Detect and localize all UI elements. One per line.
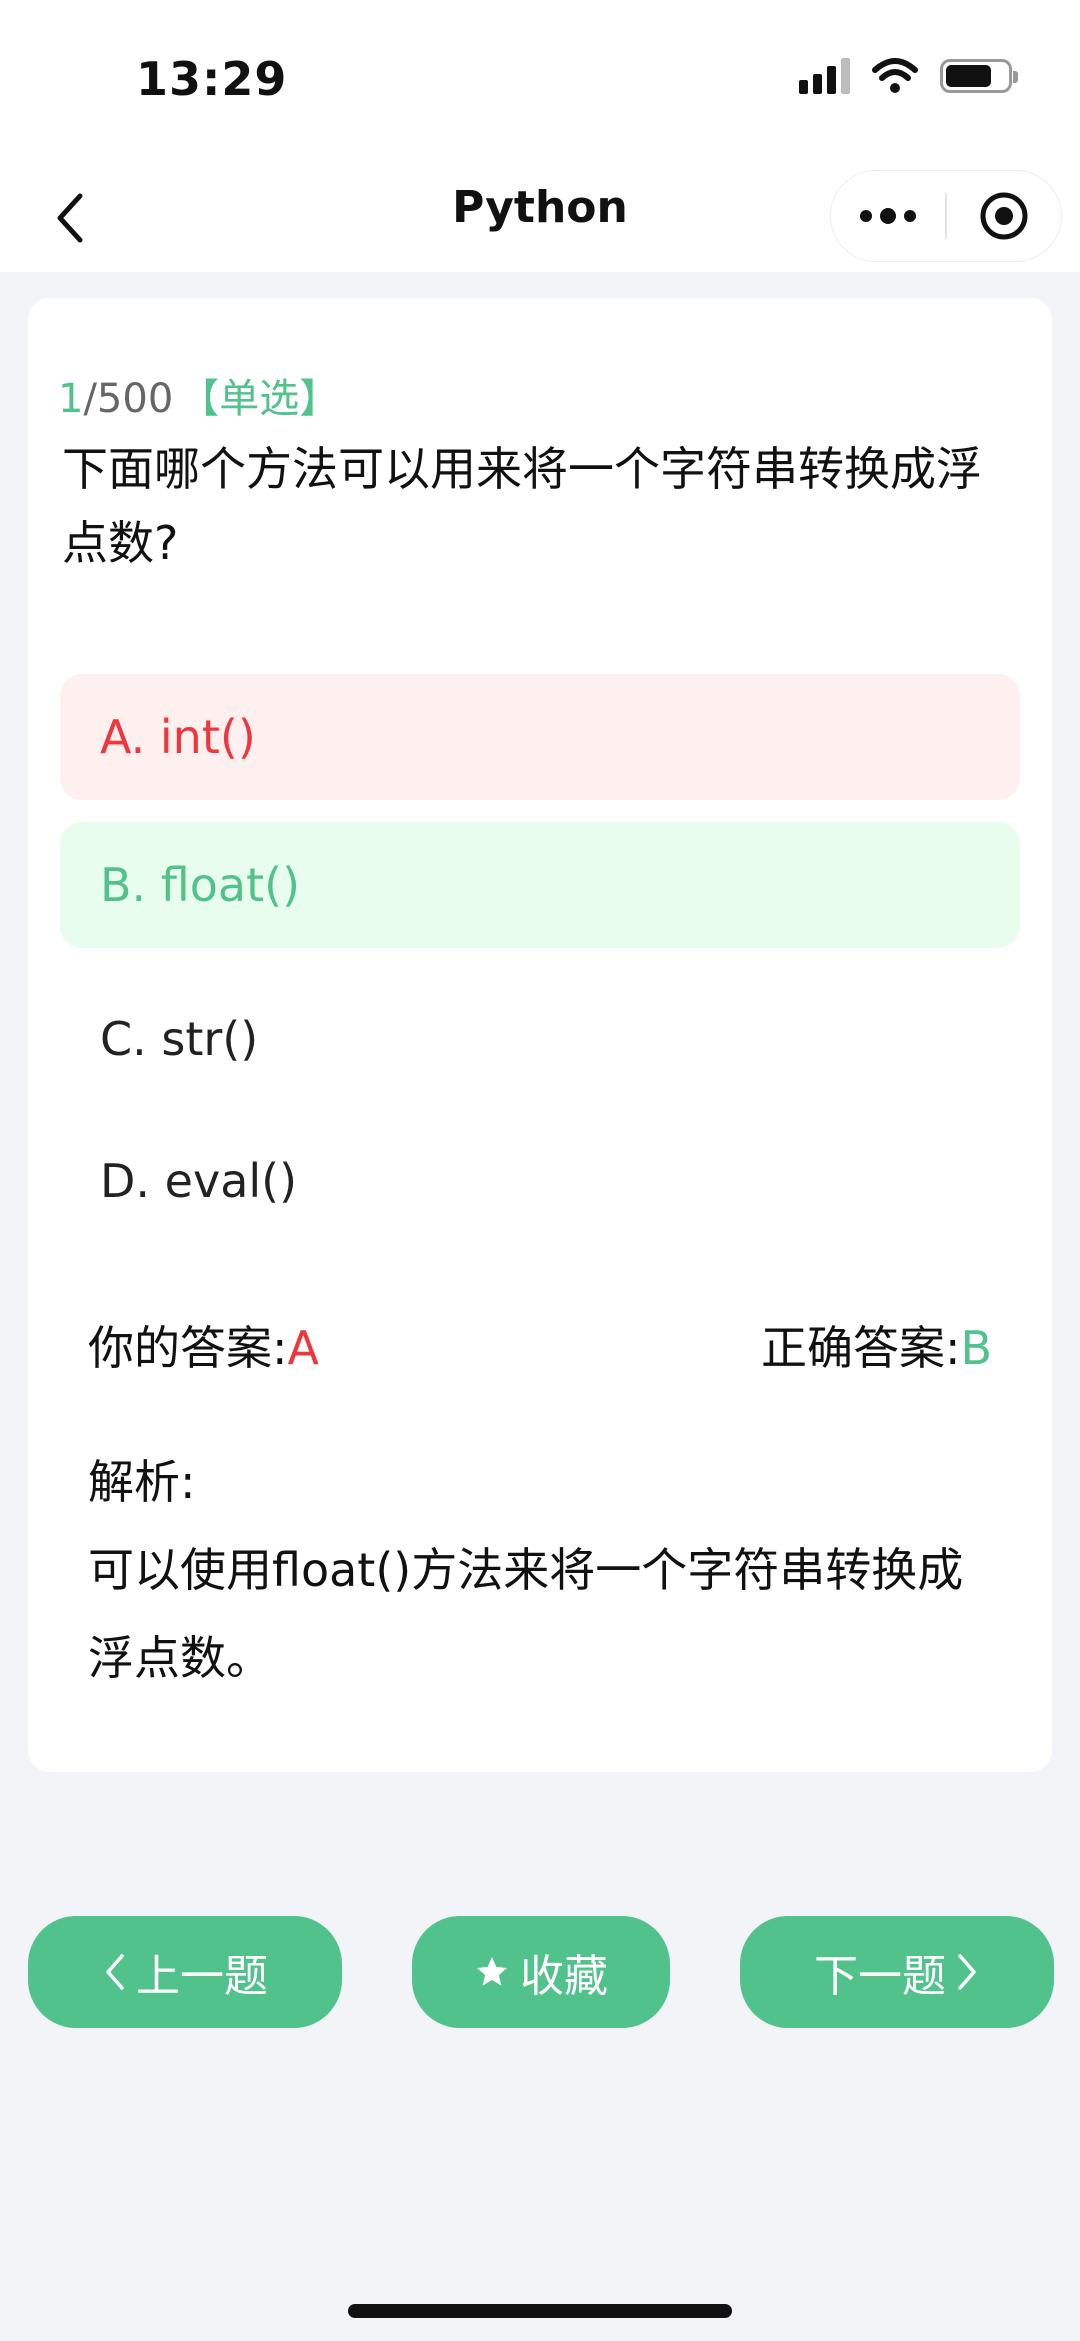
home-indicator: [348, 2304, 732, 2318]
answer-summary: 你的答案:A 正确答案:B: [88, 1312, 992, 1378]
question-current-number: 1: [58, 376, 84, 422]
your-answer-label: 你的答案:: [88, 1321, 288, 1375]
analysis-section: 解析: 可以使用float()方法来将一个字符串转换成浮点数。: [88, 1438, 1008, 1702]
chevron-right-icon: [958, 1954, 976, 1990]
next-question-button[interactable]: 下一题: [740, 1916, 1054, 2028]
question-progress: 1/500 【单选】: [58, 366, 339, 424]
option-label: A. int(): [100, 710, 256, 764]
question-card: 1/500 【单选】 下面哪个方法可以用来将一个字符串转换成浮点数? A. int…: [28, 298, 1052, 1772]
question-type-badge: 【单选】: [179, 376, 340, 422]
target-circle-icon: [980, 192, 1028, 240]
star-icon: [477, 1957, 507, 1986]
favorite-label: 收藏: [520, 1952, 608, 2001]
more-dots-icon: [860, 208, 916, 224]
status-icons: [799, 58, 1018, 94]
analysis-text: 可以使用float()方法来将一个字符串转换成浮点数。: [88, 1543, 964, 1685]
correct-answer: 正确答案:B: [761, 1312, 992, 1378]
analysis-title: 解析:: [88, 1455, 196, 1509]
option-label: B. float(): [100, 858, 301, 912]
battery-icon: [940, 59, 1018, 93]
nav-bar: Python: [0, 160, 1080, 272]
prev-question-button[interactable]: 上一题: [28, 1916, 342, 2028]
option-c[interactable]: C. str(): [60, 976, 1020, 1102]
option-a[interactable]: A. int(): [60, 674, 1020, 800]
status-bar: 13:29: [0, 0, 1080, 160]
close-mini-program-button[interactable]: [947, 171, 1061, 261]
chevron-left-icon: [106, 1954, 124, 1990]
question-total: /500: [83, 376, 174, 422]
question-text: 下面哪个方法可以用来将一个字符串转换成浮点数?: [62, 442, 982, 570]
option-b[interactable]: B. float(): [60, 822, 1020, 948]
correct-answer-label: 正确答案:: [760, 1321, 961, 1375]
cellular-signal-icon: [799, 58, 850, 94]
option-d[interactable]: D. eval(): [60, 1118, 1020, 1244]
option-label: D. eval(): [100, 1154, 298, 1208]
next-question-label: 下一题: [814, 1952, 946, 2001]
your-answer-value: A: [287, 1321, 319, 1375]
your-answer: 你的答案:A: [88, 1312, 319, 1378]
correct-answer-value: B: [960, 1321, 992, 1375]
wifi-icon: [872, 58, 918, 93]
status-time: 13:29: [136, 52, 288, 106]
mini-program-capsule: [830, 170, 1062, 262]
option-label: C. str(): [100, 1012, 259, 1066]
favorite-button[interactable]: 收藏: [412, 1916, 670, 2028]
prev-question-label: 上一题: [136, 1952, 268, 2001]
more-button[interactable]: [831, 171, 945, 261]
